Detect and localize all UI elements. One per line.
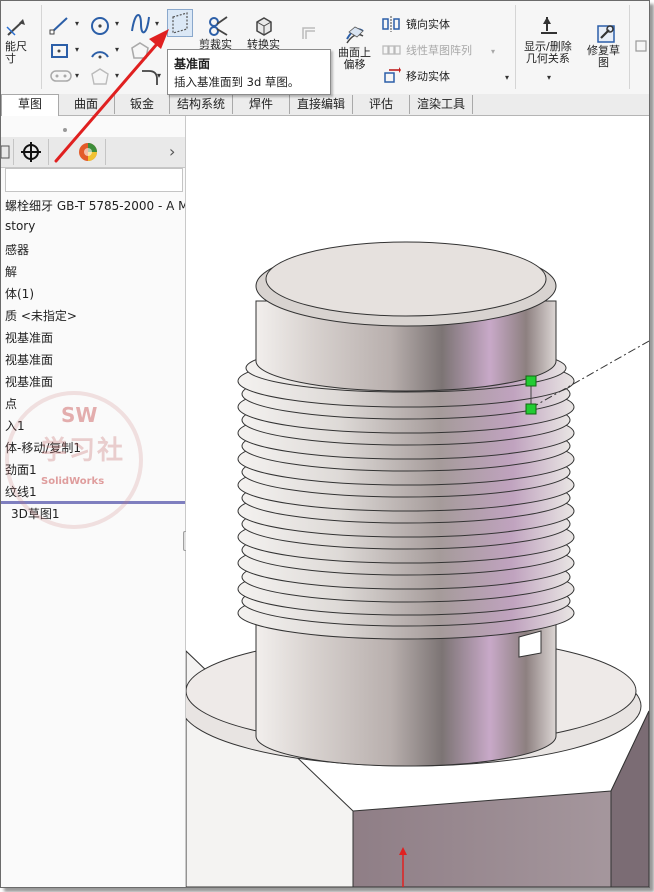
offset-on-surface-label[interactable]: 曲面上 偏移 <box>338 47 371 71</box>
smart-dimension-icon[interactable] <box>5 17 29 39</box>
graphics-area[interactable] <box>186 116 649 887</box>
tab-sketch[interactable]: 草图 <box>1 94 59 116</box>
sketch-endpoint-1[interactable] <box>525 375 537 387</box>
quick-snaps-icon[interactable] <box>635 39 649 53</box>
tree-filter-input[interactable] <box>5 168 183 192</box>
feature-manager-panel: › 螺栓细牙 GB-T 5785-2000 - A M story 感器 解 体… <box>1 116 186 887</box>
rectangle-icon[interactable] <box>49 41 71 61</box>
repair-sketch-icon[interactable] <box>595 23 617 45</box>
spline-icon[interactable] <box>129 13 151 35</box>
polygon-icon[interactable] <box>129 41 151 61</box>
tab-surfaces[interactable]: 曲面 <box>58 95 115 114</box>
plane-button[interactable] <box>167 9 193 37</box>
tab-render-tools[interactable]: 渲染工具 <box>410 95 473 114</box>
crosshair-icon <box>21 142 41 162</box>
convert-entities-icon[interactable] <box>253 15 275 37</box>
tree-item-top-plane[interactable]: 视基准面 <box>5 351 53 368</box>
appearance-icon <box>79 143 97 161</box>
watermark-main-text: 学习社 <box>41 436 126 466</box>
chevron-right-icon[interactable]: › <box>169 142 175 161</box>
tab-display-manager[interactable] <box>71 139 106 165</box>
watermark-sw-text: SW <box>61 403 98 427</box>
tab-direct-editing[interactable]: 直接编辑 <box>290 95 353 114</box>
fillet-icon[interactable] <box>89 67 111 87</box>
tree-item-front-plane[interactable]: 视基准面 <box>5 329 53 346</box>
sketch-endpoint-2[interactable] <box>525 403 537 415</box>
slot-icon[interactable] <box>49 67 73 85</box>
mirror-entities-label[interactable]: 镜向实体 <box>406 19 450 31</box>
plane-tooltip: 基准面 插入基准面到 3d 草图。 <box>167 49 331 95</box>
tooltip-title: 基准面 <box>174 57 211 71</box>
tooltip-description: 插入基准面到 3d 草图。 <box>174 75 300 89</box>
circle-icon[interactable] <box>89 15 111 37</box>
offset-entities-icon[interactable] <box>301 25 317 41</box>
bolt-model <box>186 241 649 887</box>
plane-icon <box>172 12 188 34</box>
display-delete-relations-label[interactable]: 显示/删除 几何关系 <box>524 41 572 65</box>
tree-item-origin[interactable]: 点 <box>5 395 17 412</box>
tree-item-history[interactable]: story <box>5 219 35 233</box>
tree-item-sensors[interactable]: 感器 <box>5 241 29 258</box>
offset-on-surface-icon[interactable] <box>343 23 367 45</box>
tab-evaluate[interactable]: 评估 <box>353 95 410 114</box>
panel-drag-dots[interactable] <box>61 122 69 132</box>
linear-pattern-label[interactable]: 线性草图阵列 <box>406 45 472 57</box>
mirror-entities-icon[interactable] <box>381 15 401 33</box>
watermark-sub-text: SolidWorks <box>41 476 105 487</box>
panel-tabs: › <box>1 137 185 168</box>
line-icon[interactable] <box>49 15 71 35</box>
command-manager-tabs: 草图 曲面 钣金 结构系统 焊件 直接编辑 评估 渲染工具 <box>1 94 649 116</box>
tab-dimxpert[interactable] <box>14 139 49 165</box>
tree-item-material[interactable]: 质 <未指定> <box>5 307 77 324</box>
tab-sheet-metal[interactable]: 钣金 <box>115 95 170 114</box>
tree-item-solid-bodies[interactable]: 体(1) <box>5 285 34 302</box>
tree-root[interactable]: 螺栓细牙 GB-T 5785-2000 - A M <box>5 197 185 214</box>
solidworks-window: 能尺 寸 ▾ ▾ ▾ ▾ ▾ ▾ ▾ ▾ 剪裁实 转换实 曲面上 偏移 镜向实体… <box>0 0 650 888</box>
arc-icon[interactable] <box>89 41 111 61</box>
trim-entities-icon[interactable] <box>207 15 229 37</box>
move-entities-icon[interactable] <box>381 67 401 85</box>
tree-item-right-plane[interactable]: 视基准面 <box>5 373 53 390</box>
tree-item-annotations[interactable]: 解 <box>5 263 17 280</box>
repair-sketch-label[interactable]: 修复草 图 <box>587 45 620 69</box>
linear-pattern-icon[interactable] <box>381 41 401 59</box>
move-entities-label[interactable]: 移动实体 <box>406 71 450 83</box>
display-delete-relations-icon[interactable] <box>537 15 561 37</box>
tab-weldments[interactable]: 焊件 <box>233 95 290 114</box>
tab-property-manager[interactable] <box>1 139 14 165</box>
smart-dimension-label[interactable]: 能尺 寸 <box>5 41 27 65</box>
tab-structure-system[interactable]: 结构系统 <box>170 95 233 114</box>
